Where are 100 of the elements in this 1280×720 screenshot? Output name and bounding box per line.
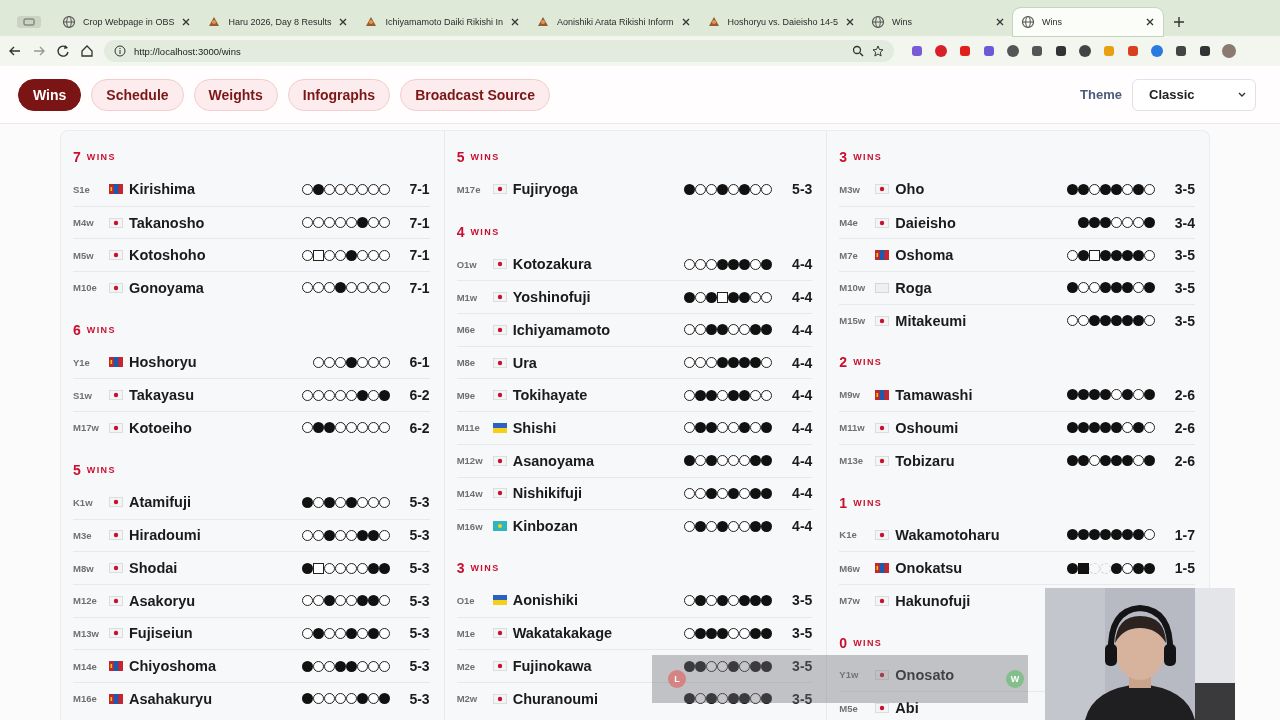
nav-tab[interactable]: Schedule [91,78,184,111]
extension-icon[interactable] [1198,44,1212,58]
flag-icon [109,628,123,639]
record-label: 6-1 [408,354,430,371]
rank-label: M9e [456,389,477,401]
star-icon[interactable] [872,45,884,57]
record-label: 2-6 [1173,419,1195,436]
rank-label: K1w [73,496,94,508]
reload-icon[interactable] [56,44,70,58]
zoom-icon[interactable] [852,45,864,57]
record-label: 3-5 [1173,247,1195,264]
wrestler-name: Ichiyamamoto [512,321,611,338]
flag-icon [492,324,507,335]
nav-tab[interactable]: Wins [18,78,82,111]
record-label: 5-3 [408,592,430,609]
browser-tab[interactable]: Wins [863,8,1014,36]
extension-icon[interactable] [1054,44,1068,58]
wrestler-name: Wakamotoharu [895,526,1000,543]
flag-icon [109,282,123,293]
close-icon[interactable] [680,17,691,27]
nav-tab[interactable]: Infographs [287,78,391,111]
win-count: 5 [73,461,81,478]
wins-label: WINS [86,324,116,335]
record-label: 3-5 [1173,279,1195,296]
record-label: 3-5 [791,592,813,609]
close-icon[interactable] [845,17,856,27]
record-label: 4-4 [791,321,813,338]
extension-icon[interactable] [1006,44,1020,58]
wrestler-name: Oho [895,181,925,198]
browser-tab[interactable]: Wins [1013,8,1164,36]
rank-label: M16e [73,693,98,705]
rank-label: M3w [839,183,861,195]
record-label: 1-7 [1173,526,1195,543]
flag-icon [492,693,507,704]
theme-select[interactable]: Classic [1132,78,1256,111]
win-count: 3 [839,149,848,165]
wins-label: WINS [470,562,500,573]
extension-icon[interactable] [1030,44,1044,58]
wrestler-name: Shishi [512,419,557,436]
close-icon[interactable] [995,17,1006,27]
rank-label: M2w [456,693,479,705]
wrestler-name: Daieisho [895,214,956,231]
close-icon[interactable] [338,17,349,27]
browser-tab[interactable]: Crop Webpage in OBS [54,8,200,36]
rank-label: M9w [839,389,861,401]
home-icon[interactable] [80,44,94,58]
record-label: 5-3 [791,181,813,198]
flag-icon [875,315,890,326]
wrestler-name: Kirishima [129,181,196,198]
forward-icon[interactable] [32,44,46,58]
site-icon [364,15,379,29]
wrestler-name: Tamawashi [895,386,973,403]
rank-label: M11e [456,422,481,434]
flag-icon [109,422,123,433]
browser-tab[interactable]: Hoshoryu vs. Daieisho 14-5 [698,8,864,36]
wrestler-name: Kotoshoho [129,247,206,264]
wrestler-name: Yoshinofuji [512,289,591,306]
record-label: 6-2 [408,419,430,436]
record-label: 5-3 [408,560,430,577]
wrestler-name: Fujiryoga [512,181,578,198]
extension-icon[interactable] [1174,44,1188,58]
wrestler-name: Aonishiki [512,592,578,609]
avatar-icon[interactable] [1222,44,1236,58]
win-count: 4 [456,223,465,240]
rank-label: M5w [73,249,95,261]
close-icon[interactable] [510,17,520,27]
extension-icon[interactable] [1078,44,1092,58]
record-label: 3-5 [1173,312,1195,329]
flag-icon [875,703,890,714]
rank-label: M13w [73,627,100,639]
record-label: 6-2 [408,387,430,404]
browser-tab[interactable]: Ichiyamamoto Daiki Rikishi In [356,8,528,36]
nav-tab[interactable]: Weights [193,78,278,111]
rank-label: M4e [839,217,859,229]
flag-icon [875,389,890,400]
site-icon [706,15,721,29]
flag-icon [492,661,507,672]
nav-tab[interactable]: Broadcast Source [400,78,550,111]
record-label: 4-4 [791,354,813,371]
wrestler-name: Onosato [895,666,955,683]
wrestler-name: Hoshoryu [129,354,197,371]
back-icon[interactable] [8,44,22,58]
rank-label: S1e [73,183,91,195]
new-tab-icon[interactable] [1173,16,1186,28]
wrestler-name: Fujinokawa [512,658,592,675]
flag-icon [109,497,123,508]
wrestler-name: Asakoryu [129,592,196,609]
rank-label: M15w [839,315,867,327]
browser-tab[interactable]: Haru 2026, Day 8 Results [199,8,357,36]
win-count: 5 [456,149,465,165]
address-bar[interactable]: http://localhost:3000/wins [104,40,894,62]
close-icon[interactable] [181,17,192,27]
wins-label: WINS [853,637,883,648]
wrestler-name: Kinbozan [512,518,578,535]
browser-tab[interactable]: Aonishiki Arata Rikishi Inform [528,8,699,36]
rank-label: M5e [839,702,859,714]
wrestler-name: Onokatsu [895,560,963,577]
flag-icon [875,669,890,680]
close-icon[interactable] [1145,17,1156,27]
wrestler-name: Oshoma [895,247,954,264]
